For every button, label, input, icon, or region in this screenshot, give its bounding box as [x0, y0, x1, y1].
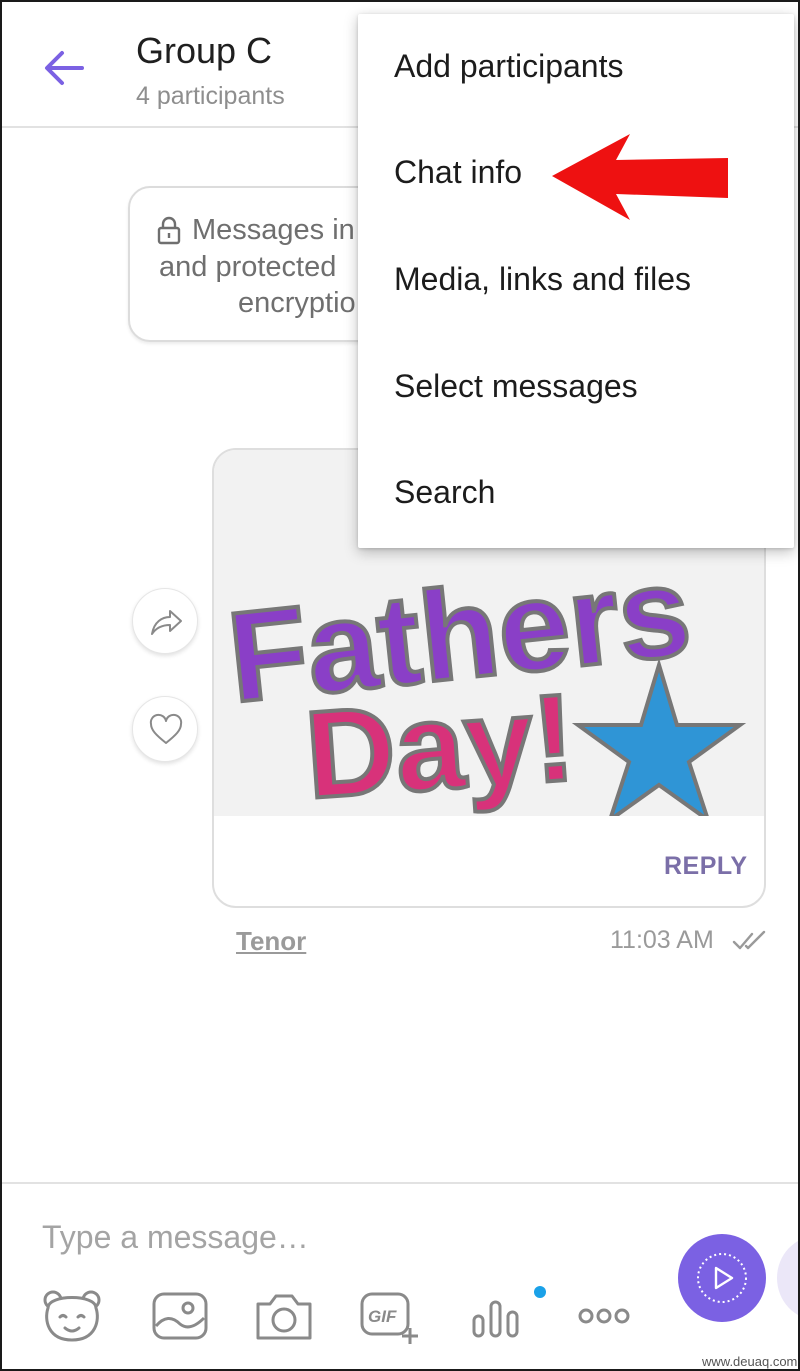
more-dots-icon	[578, 1308, 630, 1324]
double-check-icon	[732, 930, 766, 950]
camera-button[interactable]	[252, 1286, 316, 1346]
menu-item-search[interactable]: Search	[358, 440, 794, 546]
heart-icon	[149, 713, 183, 744]
menu-item-label: Chat info	[394, 154, 523, 190]
message-input[interactable]	[42, 1212, 642, 1262]
gallery-button[interactable]	[148, 1286, 212, 1346]
watermark: www.deuaq.com	[702, 1354, 798, 1369]
svg-text:GIF: GIF	[368, 1307, 397, 1326]
options-menu: Add participants Chat info Media, links …	[358, 14, 794, 548]
tenor-link[interactable]: Tenor	[236, 926, 306, 957]
menu-item-label: Select messages	[394, 368, 638, 404]
gif-text-day: Day!	[301, 669, 579, 816]
voice-bars-icon	[472, 1300, 519, 1338]
menu-item-label: Search	[394, 474, 496, 510]
back-button[interactable]	[42, 46, 86, 90]
send-play-icon	[697, 1253, 747, 1303]
notification-dot	[534, 1286, 546, 1298]
gif-plus-icon: GIF	[360, 1292, 418, 1344]
send-button[interactable]	[678, 1234, 766, 1322]
image-icon	[152, 1292, 208, 1340]
chat-title[interactable]: Group C	[136, 30, 272, 72]
participants-count: 4 participants	[136, 82, 285, 110]
message-time: 11:03 AM	[610, 926, 714, 954]
notice-line-1: Messages in	[192, 214, 355, 246]
menu-item-add-participants[interactable]: Add participants	[358, 14, 794, 120]
more-button[interactable]	[572, 1286, 636, 1346]
annotation-arrow-icon	[552, 134, 728, 220]
menu-item-media-links-files[interactable]: Media, links and files	[358, 227, 794, 333]
camera-icon	[256, 1294, 312, 1340]
app-frame: Group C 4 participants Messages in and p…	[0, 0, 800, 1371]
menu-item-label: Add participants	[394, 48, 624, 84]
menu-item-label: Media, links and files	[394, 261, 692, 297]
gif-button[interactable]: GIF	[358, 1286, 422, 1346]
voice-button[interactable]	[464, 1286, 528, 1346]
menu-item-select-messages[interactable]: Select messages	[358, 334, 794, 440]
reply-button[interactable]: REPLY	[664, 852, 748, 881]
notice-line-2: and protected	[159, 251, 337, 283]
share-arrow-icon	[151, 610, 182, 635]
stickers-button[interactable]	[40, 1286, 104, 1346]
like-button[interactable]	[132, 696, 198, 762]
share-button[interactable]	[132, 588, 198, 654]
bear-face-icon	[43, 1290, 101, 1342]
arrow-left-icon	[45, 51, 84, 85]
notice-line-3: encryptio	[238, 287, 356, 319]
lock-icon	[157, 216, 181, 245]
